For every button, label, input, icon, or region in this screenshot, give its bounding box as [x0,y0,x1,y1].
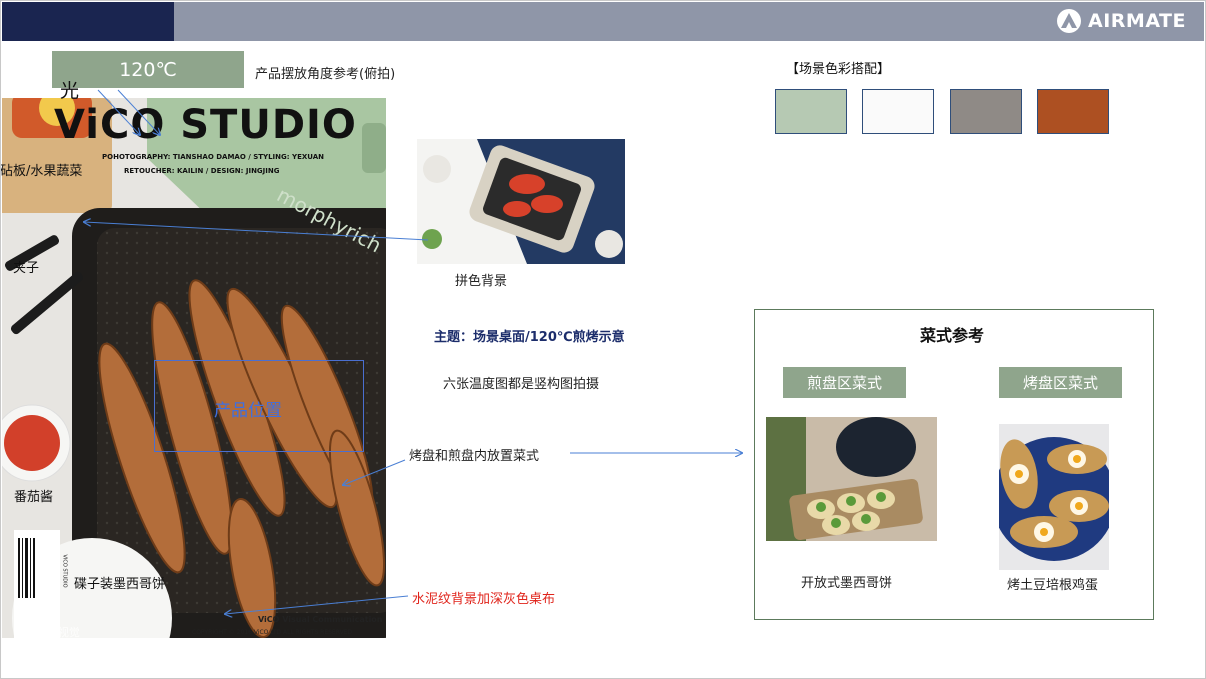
photo-copyright: COPYRIGHT © 2016 ViCO LTD ALL RIGHTS RES… [192,629,353,636]
header-grey-bar [174,2,1204,41]
photo-credit-2: RETOUCHER: KAILIN / DESIGN: JINGJING [124,167,280,175]
light-label: 光 [60,80,80,102]
palette-title: 【场景色彩搭配】 [786,62,891,77]
griddle-dish-tag: 煎盘区菜式 [783,367,906,398]
barcode-text: VICO STUDIO [61,554,68,588]
label-ketchup: 番茄酱 [14,490,54,505]
brand-logo: AIRMATE [1056,8,1186,34]
dish1-caption: 开放式墨西哥饼 [801,576,893,591]
dish-panel-title: 菜式参考 [920,326,985,345]
label-plate: 碟子装墨西哥饼 [74,577,166,592]
tablecloth-note: 水泥纹背景加深灰色桌布 [412,592,556,607]
bake-dish-tag: 烤盘区菜式 [999,367,1122,398]
potato-bacon-egg-photo [999,424,1109,570]
angle-note: 产品摆放角度参考(俯拍) [255,67,396,82]
open-taco-photo [766,417,937,541]
color-swatch-sage [775,89,847,134]
background-caption: 拼色背景 [455,274,508,289]
temperature-badge: 120℃ [52,51,244,88]
photo-footer-brand: ViCO Visual Communication [258,615,383,624]
brand-name: AIRMATE [1088,10,1186,32]
photo-credit-1: POHOTOGRAPHY: TIANSHAO DAMAO / STYLING: … [102,153,324,161]
label-cutting-board: 砧板/水果蔬菜 [0,164,83,179]
dish2-caption: 烤土豆培根鸡蛋 [1007,578,1099,593]
tray-dish-note: 烤盘和煎盘内放置菜式 [409,449,540,464]
photo-title: ViCO STUDIO [54,102,357,148]
color-swatch-grey [950,89,1022,134]
vertical-shot-note: 六张温度图都是竖构图拍摄 [443,377,600,392]
triangle-a-logo-icon [1057,9,1082,33]
theme-text: 主题：场景桌面/120℃煎烤示意 [434,330,625,345]
background-reference-photo [417,139,625,264]
label-tongs: 夹子 [13,261,40,276]
color-swatch-white [862,89,934,134]
header-dark-bar [2,2,174,41]
product-position-label: 产品位置 [214,401,282,421]
color-swatch-rust [1037,89,1109,134]
photo-watermark: vi.co视觉 [32,626,80,638]
